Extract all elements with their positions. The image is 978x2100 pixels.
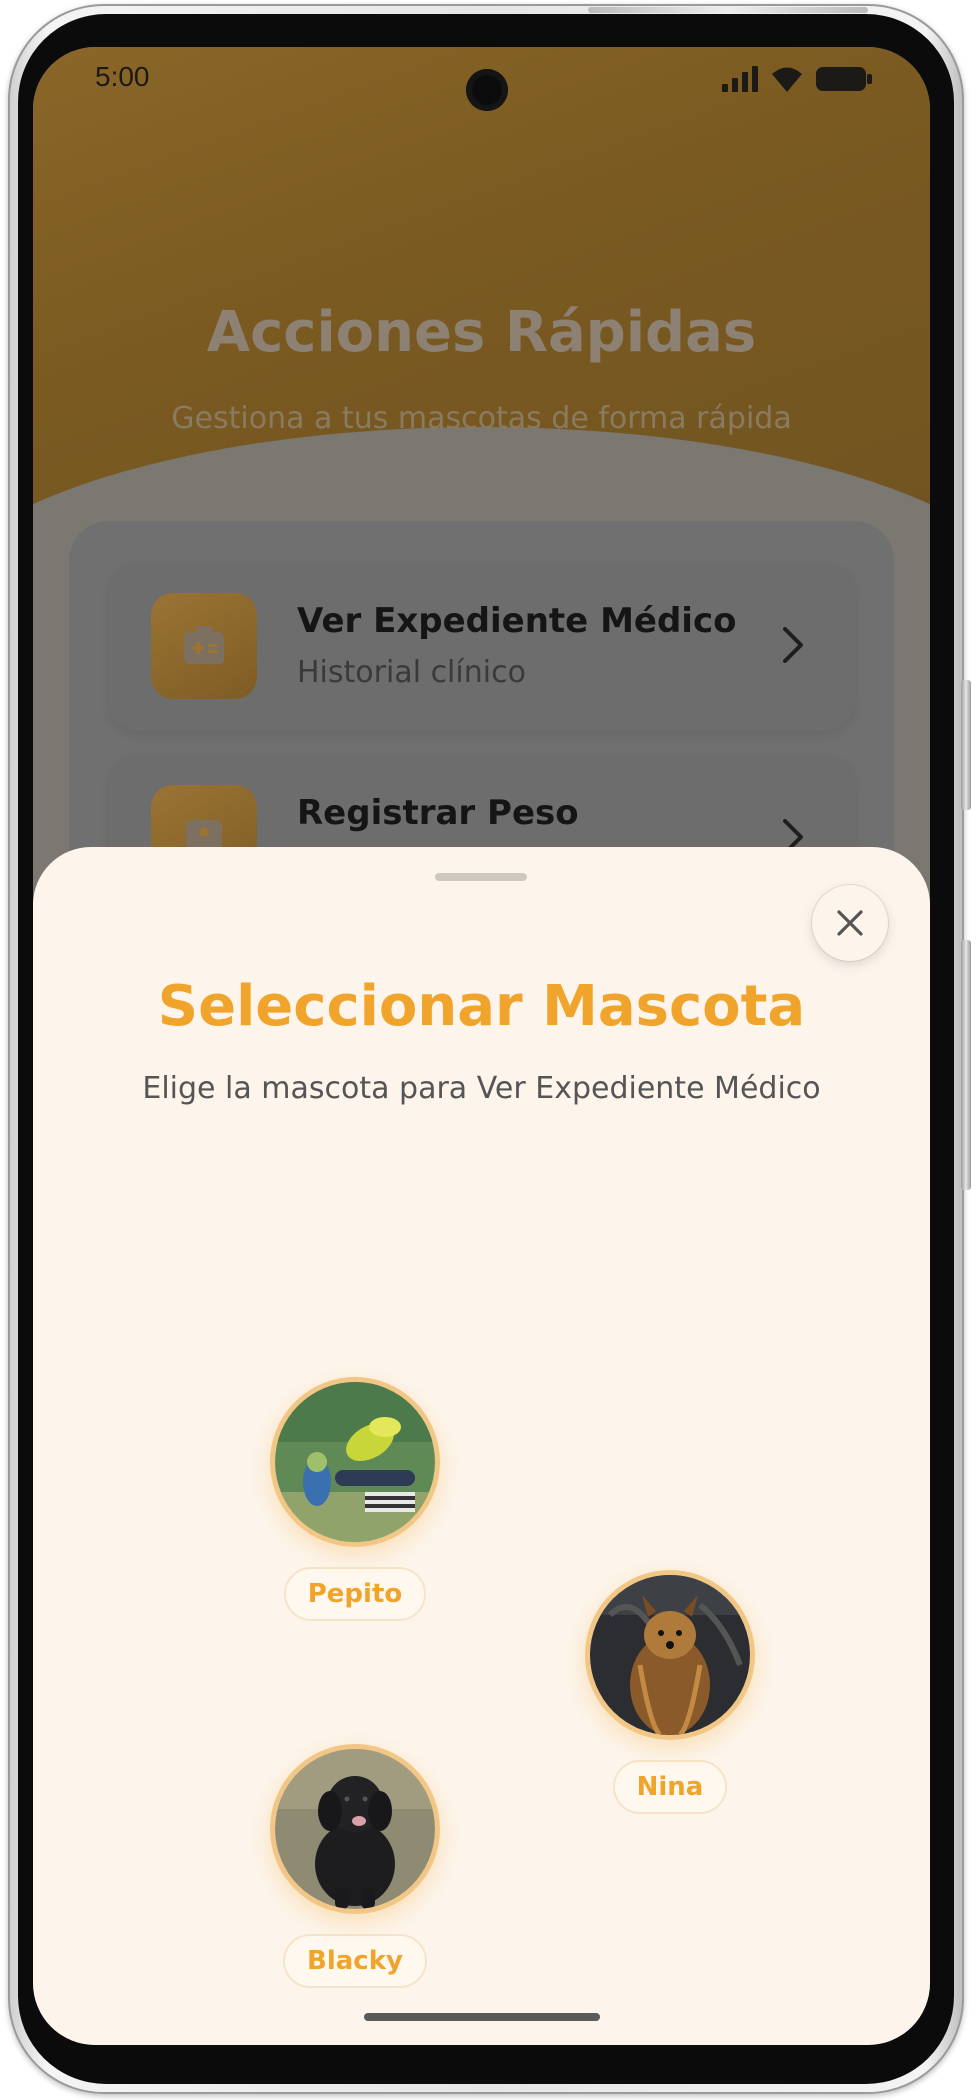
action-title: Ver Expediente Médico bbox=[297, 601, 737, 641]
chevron-right-icon bbox=[783, 627, 803, 663]
sheet-grabber[interactable] bbox=[435, 873, 527, 881]
sheet-subtitle: Elige la mascota para Ver Expediente Méd… bbox=[142, 1071, 821, 1106]
volume-button bbox=[961, 680, 971, 810]
front-camera bbox=[466, 69, 508, 111]
status-time: 5:00 bbox=[95, 61, 150, 92]
sheet-title: Seleccionar Mascota bbox=[157, 974, 806, 1039]
pet-option-pepito[interactable]: Pepito bbox=[270, 1377, 440, 1621]
pet-name: Pepito bbox=[283, 1567, 427, 1621]
action-subtitle: Historial clínico bbox=[297, 655, 526, 690]
background-subtitle: Gestiona a tus mascotas de forma rápida bbox=[171, 401, 792, 436]
pet-name: Nina bbox=[612, 1760, 728, 1814]
wifi-icon bbox=[772, 67, 802, 92]
battery-icon bbox=[816, 67, 872, 91]
power-button bbox=[961, 940, 971, 1190]
signal-icon bbox=[722, 66, 758, 92]
pet-name: Blacky bbox=[283, 1934, 427, 1988]
background-title: Acciones Rápidas bbox=[206, 300, 757, 365]
phone-top-edge bbox=[588, 7, 868, 13]
status-icons bbox=[722, 65, 872, 93]
pet-option-nina[interactable]: Nina bbox=[585, 1570, 755, 1814]
action-title: Registrar Peso bbox=[297, 793, 579, 833]
action-medical-record: Ver Expediente Médico Historial clínico bbox=[109, 563, 854, 731]
yorkshire-terrier-photo[interactable] bbox=[585, 1570, 755, 1740]
close-icon bbox=[837, 910, 863, 936]
home-indicator[interactable] bbox=[364, 2013, 600, 2021]
select-pet-sheet: Seleccionar Mascota Elige la mascota par… bbox=[33, 847, 930, 2045]
medical-record-icon bbox=[151, 593, 257, 699]
screen: 5:00 Acciones Rápidas Gestiona a tus mas… bbox=[33, 47, 930, 2045]
pet-option-blacky[interactable]: Blacky bbox=[270, 1744, 440, 1988]
black-poodle-photo[interactable] bbox=[270, 1744, 440, 1914]
close-button[interactable] bbox=[812, 885, 888, 961]
parakeet-photo[interactable] bbox=[270, 1377, 440, 1547]
